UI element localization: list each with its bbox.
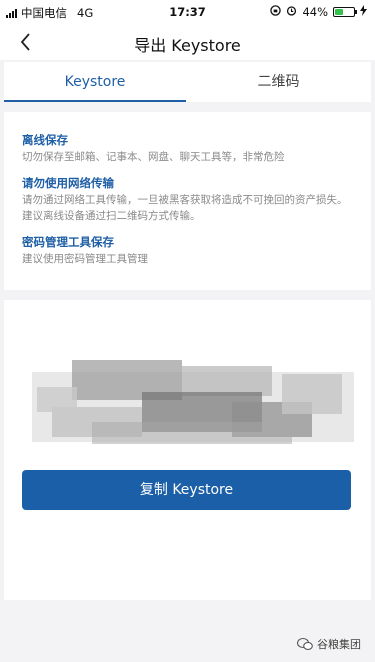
battery-icon <box>333 7 357 17</box>
keystore-panel: 复制 Keystore <box>4 300 371 600</box>
tips-panel: 离线保存 切勿保存至邮箱、记事本、网盘、聊天工具等，非常危险 请勿使用网络传输 … <box>4 112 371 290</box>
redacted-keystore-scribble <box>32 360 354 444</box>
status-bar: 中国电信 4G 17:37 44% <box>0 0 375 24</box>
alarm-icon <box>286 5 297 19</box>
tip-item: 密码管理工具保存 建议使用密码管理工具管理 <box>22 234 371 267</box>
tip-body: 建议使用密码管理工具管理 <box>22 253 148 265</box>
watermark: 谷粮集团 <box>297 636 361 652</box>
lock-rotation-icon <box>270 5 282 19</box>
tip-title: 离线保存 <box>22 133 68 147</box>
copy-keystore-button[interactable]: 复制 Keystore <box>22 470 351 510</box>
tip-title: 密码管理工具保存 <box>22 235 114 249</box>
wechat-logo-icon <box>297 637 313 651</box>
watermark-text: 谷粮集团 <box>317 638 361 651</box>
battery-percent: 44% <box>302 5 328 19</box>
tab-keystore[interactable]: Keystore <box>4 62 186 102</box>
tip-body: 请勿通过网络工具传输，一旦被黑客获取将造成不可挽回的资产损失。建议离线设备通过扫… <box>22 194 348 222</box>
tip-item: 离线保存 切勿保存至邮箱、记事本、网盘、聊天工具等，非常危险 <box>22 132 371 165</box>
active-tab-indicator <box>4 100 186 102</box>
charging-icon <box>360 5 367 19</box>
tab-qrcode[interactable]: 二维码 <box>186 62 371 102</box>
tip-title: 请勿使用网络传输 <box>22 176 114 190</box>
tip-body: 切勿保存至邮箱、记事本、网盘、聊天工具等，非常危险 <box>22 151 285 163</box>
page-title: 导出 Keystore <box>134 36 241 55</box>
tip-item: 请勿使用网络传输 请勿通过网络工具传输，一旦被黑客获取将造成不可挽回的资产损失。… <box>22 175 371 224</box>
tab-bar: Keystore 二维码 <box>4 62 371 102</box>
status-right: 44% <box>270 5 367 19</box>
nav-bar: 导出 Keystore <box>0 24 375 60</box>
